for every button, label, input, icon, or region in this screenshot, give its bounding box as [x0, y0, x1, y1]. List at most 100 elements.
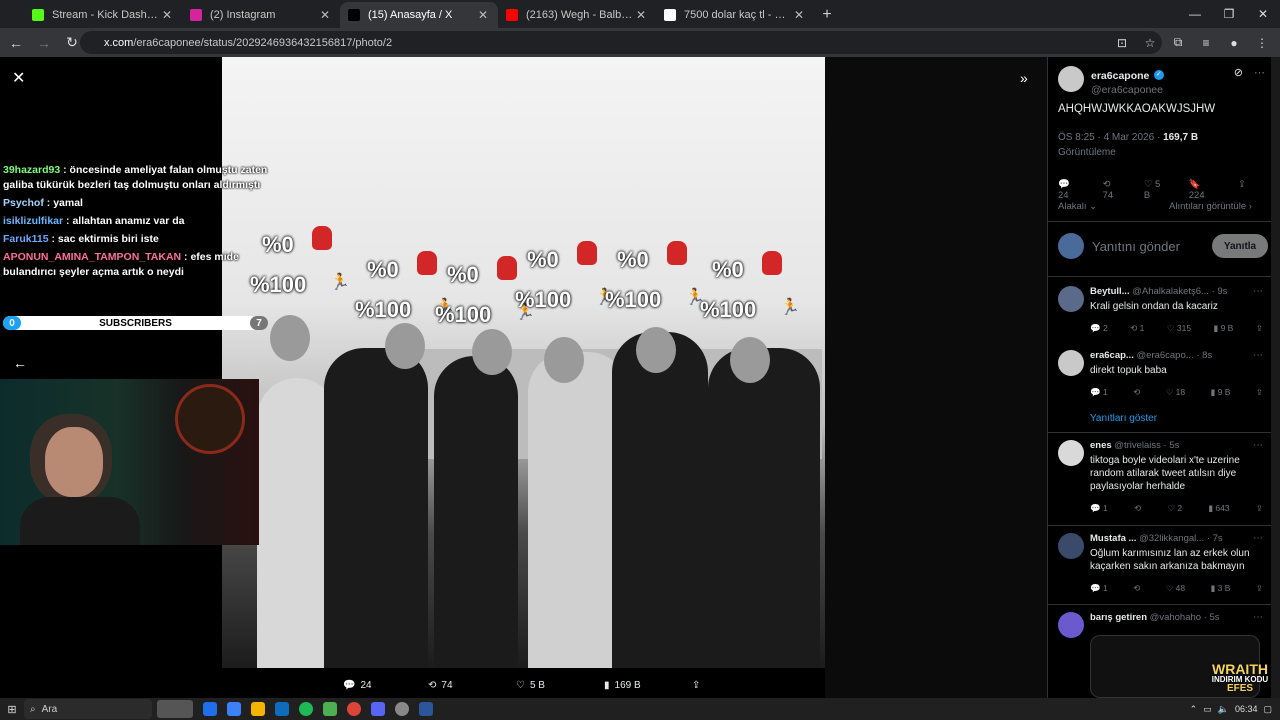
url-input[interactable]: x.com/era6caponee/status/202924693643215…: [80, 31, 1162, 54]
reply-share-icon[interactable]: ⇪: [1256, 323, 1263, 334]
new-tab-button[interactable]: +: [814, 2, 840, 28]
tab-close-icon[interactable]: ✕: [318, 8, 332, 22]
reply-more-icon[interactable]: ⋯: [1253, 612, 1263, 623]
reply-input[interactable]: Yanıtını gönder: [1092, 239, 1212, 254]
reply-avatar[interactable]: [1058, 612, 1084, 638]
photo-repost-button[interactable]: ⟲ 74: [428, 680, 453, 691]
reply-reply-button[interactable]: 💬 1: [1090, 583, 1108, 594]
stat-bookmarks[interactable]: 🔖 224: [1189, 179, 1226, 201]
sort-dropdown[interactable]: Alakalı ⌄: [1058, 201, 1097, 212]
grok-icon[interactable]: ⊘: [1234, 66, 1243, 79]
browser-tab[interactable]: (15) Anasayfa / X ✕: [340, 2, 498, 28]
volume-icon[interactable]: 🔈: [1218, 704, 1229, 715]
reply-views-button[interactable]: ▮ 643: [1208, 503, 1229, 514]
reply-more-icon[interactable]: ⋯: [1253, 286, 1263, 297]
reply-avatar[interactable]: [1058, 286, 1084, 312]
reply-name[interactable]: barış getiren: [1090, 612, 1147, 623]
photo-like-button[interactable]: ♡ 5 B: [516, 680, 545, 691]
windows-start-icon[interactable]: ⊞: [0, 698, 24, 720]
view-quotes-link[interactable]: Alıntıları görüntüle ›: [1169, 201, 1252, 212]
media-icon[interactable]: ≡: [1194, 31, 1218, 54]
network-icon[interactable]: ▭: [1203, 704, 1212, 715]
restore-icon[interactable]: ❐: [1212, 0, 1246, 28]
post-time[interactable]: ÖS 8:25 · 4 Mar 2026 ·: [1058, 132, 1163, 143]
post-author[interactable]: era6capone ✓ @era6caponee: [1058, 66, 1164, 96]
close-window-icon[interactable]: ✕: [1246, 0, 1280, 28]
reply-repost-button[interactable]: ⟲: [1133, 583, 1140, 594]
photo-back-icon[interactable]: ←: [13, 355, 27, 371]
clock[interactable]: 06:34: [1235, 704, 1258, 714]
show-replies-link[interactable]: Yanıtları göster: [1090, 413, 1157, 424]
browser-tab[interactable]: (2) Instagram ✕: [182, 2, 340, 28]
photo-views-button[interactable]: ▮ 169 B: [604, 680, 641, 691]
reply-reply-button[interactable]: 💬 1: [1090, 387, 1108, 398]
discord-icon[interactable]: [371, 702, 385, 716]
reply-reply-button[interactable]: 💬 1: [1090, 503, 1108, 514]
reply-views-button[interactable]: ▮ 9 B: [1214, 323, 1234, 334]
app-icon[interactable]: [323, 702, 337, 716]
reply-share-icon[interactable]: ⇪: [1256, 583, 1263, 594]
outlook-icon[interactable]: [275, 702, 289, 716]
explorer-icon[interactable]: [251, 702, 265, 716]
profile-icon[interactable]: ●: [1222, 31, 1246, 54]
stat-likes[interactable]: ♡ 5 B: [1144, 179, 1177, 201]
expand-panel-icon[interactable]: »: [1020, 70, 1028, 86]
reply-repost-button[interactable]: ⟲: [1134, 503, 1141, 514]
close-photo-icon[interactable]: ✕: [12, 68, 25, 88]
reply-like-button[interactable]: ♡ 18: [1166, 387, 1185, 398]
reply-name[interactable]: Mustafa ...: [1090, 533, 1136, 544]
photo-share-button[interactable]: ⇪: [692, 680, 700, 691]
reply-views-button[interactable]: ▮ 9 B: [1211, 387, 1231, 398]
reply-button[interactable]: Yanıtla: [1212, 234, 1268, 258]
bookmark-star-icon[interactable]: ☆: [1138, 31, 1162, 54]
reply-like-button[interactable]: ♡ 2: [1167, 503, 1182, 514]
stat-share[interactable]: ⇪: [1238, 179, 1246, 201]
reply-like-button[interactable]: ♡ 315: [1167, 323, 1191, 334]
scrollbar[interactable]: [1271, 57, 1280, 698]
tab-close-icon[interactable]: ✕: [634, 8, 648, 22]
obs-icon[interactable]: [395, 702, 409, 716]
stat-replies[interactable]: 💬 24: [1058, 179, 1091, 201]
tab-close-icon[interactable]: ✕: [160, 8, 174, 22]
reply-name[interactable]: enes: [1090, 440, 1112, 451]
taskbar-search[interactable]: ⌕ Ara: [24, 699, 152, 719]
browser-tab[interactable]: Stream - Kick Dashboard✕: [24, 2, 182, 28]
menu-icon[interactable]: ⋮: [1250, 31, 1274, 54]
reply-views-button[interactable]: ▮ 3 B: [1211, 583, 1231, 594]
reply-avatar[interactable]: [1058, 533, 1084, 559]
post-photo[interactable]: %0 %100 🏃 %0 %100 🏃 %0 %100 🏃 %0 %100 🏃 %0 %100 🏃 %0 %10…: [222, 57, 825, 668]
reply-more-icon[interactable]: ⋯: [1253, 350, 1263, 361]
author-avatar[interactable]: [1058, 66, 1084, 92]
extensions-icon[interactable]: ⧉: [1166, 31, 1190, 54]
reply-repost-button[interactable]: ⟲ 1: [1130, 323, 1144, 334]
more-options-icon[interactable]: ⋯: [1254, 66, 1265, 79]
tab-close-icon[interactable]: ✕: [792, 8, 806, 22]
reply-avatar[interactable]: [1058, 350, 1084, 376]
reply-repost-button[interactable]: ⟲: [1133, 387, 1140, 398]
reply-more-icon[interactable]: ⋯: [1253, 533, 1263, 544]
install-app-icon[interactable]: ⊡: [1110, 31, 1134, 54]
reply-more-icon[interactable]: ⋯: [1253, 440, 1263, 451]
reply-reply-button[interactable]: 💬 2: [1090, 323, 1108, 334]
browser-tab[interactable]: 7500 dolar kaç tl - Google'da A✕: [656, 2, 814, 28]
reply-avatar[interactable]: [1058, 440, 1084, 466]
back-icon[interactable]: ←: [4, 31, 28, 55]
stat-reposts[interactable]: ⟲ 74: [1103, 179, 1132, 201]
photos-icon[interactable]: [227, 702, 241, 716]
reply-name[interactable]: era6cap...: [1090, 350, 1134, 361]
reply-like-button[interactable]: ♡ 48: [1166, 583, 1185, 594]
spotify-icon[interactable]: [299, 702, 313, 716]
widget-icon[interactable]: [157, 700, 193, 718]
tab-close-icon[interactable]: ✕: [476, 8, 490, 22]
photo-reply-button[interactable]: 💬 24: [343, 680, 372, 691]
tray-chevron-icon[interactable]: ⌃: [1190, 704, 1198, 715]
reply-name[interactable]: Beytull...: [1090, 286, 1130, 297]
chrome-icon[interactable]: [347, 702, 361, 716]
calculator-icon[interactable]: [419, 702, 433, 716]
notification-icon[interactable]: ▢: [1263, 704, 1272, 715]
reply-share-icon[interactable]: ⇪: [1256, 387, 1263, 398]
edge-icon[interactable]: [203, 702, 217, 716]
forward-icon[interactable]: →: [32, 31, 56, 55]
minimize-icon[interactable]: —: [1178, 0, 1212, 28]
browser-tab[interactable]: (2163) Wegh - Balbiber (Official✕: [498, 2, 656, 28]
